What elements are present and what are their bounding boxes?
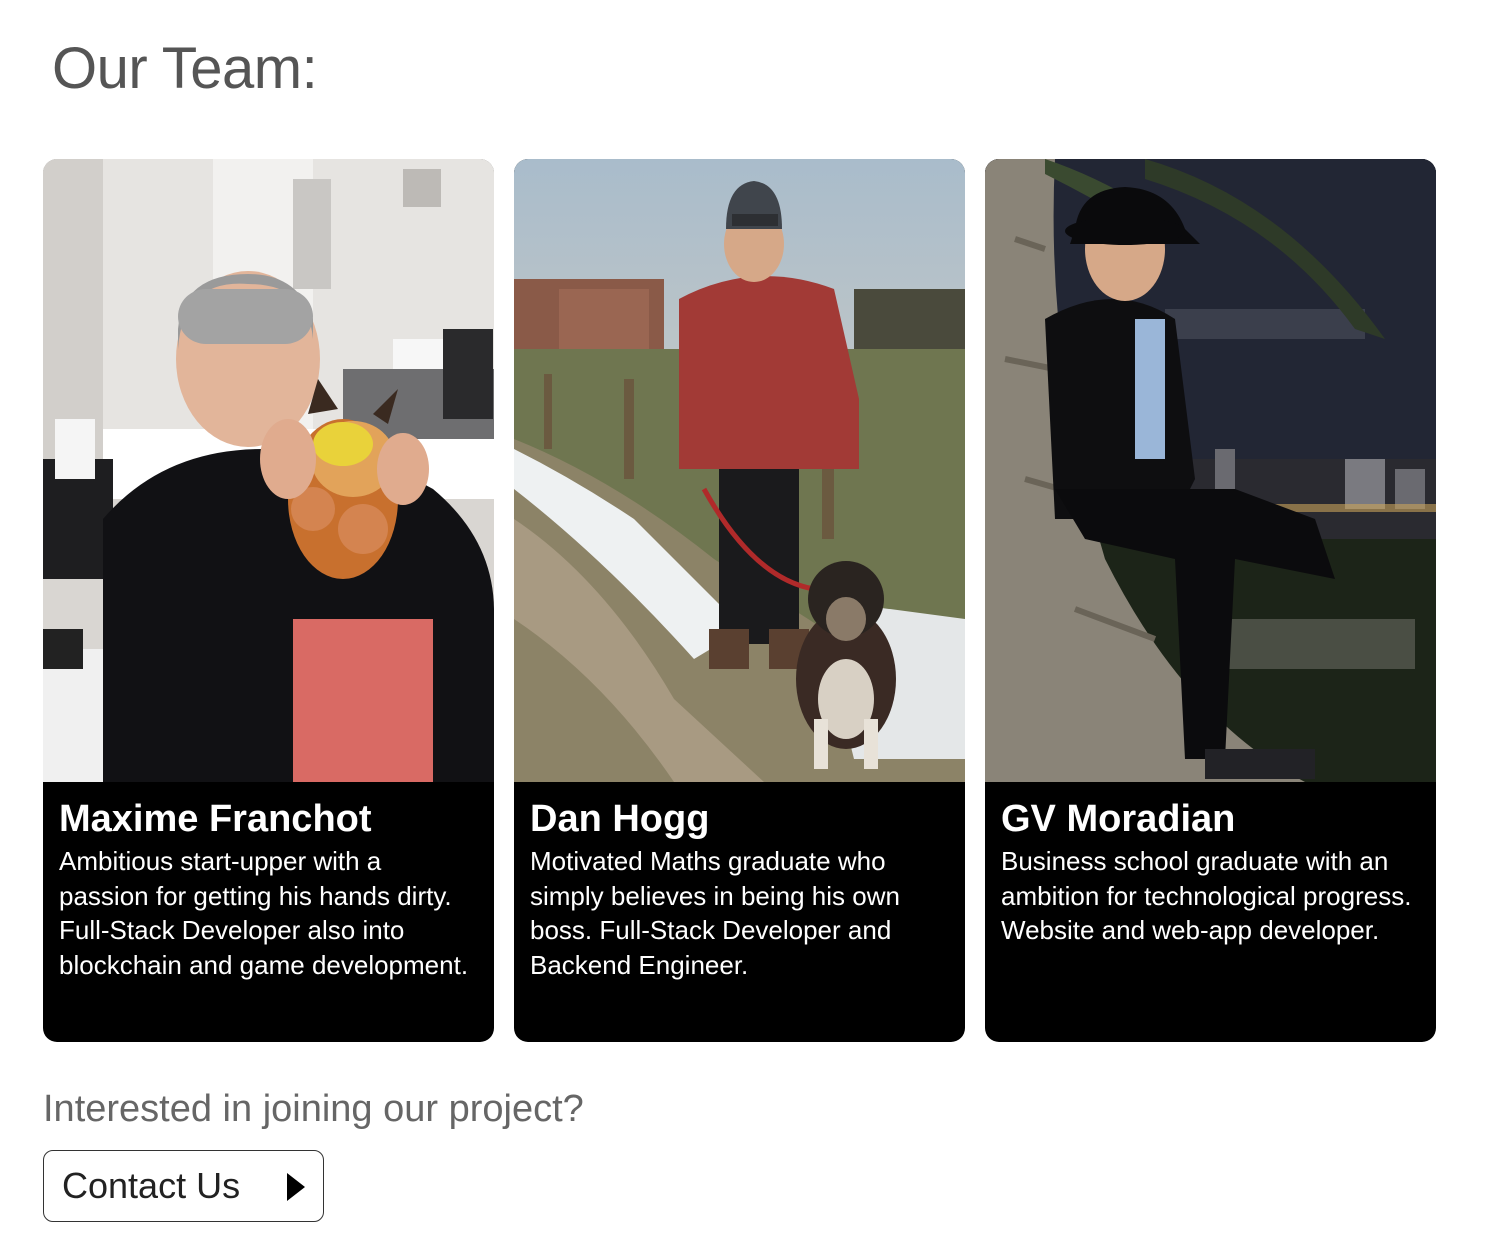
- member-name: GV Moradian: [1001, 798, 1236, 840]
- play-arrow-icon: [287, 1173, 305, 1201]
- join-prompt: Interested in joining our project?: [43, 1088, 584, 1130]
- card-body: Maxime Franchot Ambitious start-upper wi…: [43, 782, 494, 982]
- team-cards: Maxime Franchot Ambitious start-upper wi…: [43, 159, 1436, 1042]
- contact-us-button[interactable]: Contact Us: [43, 1150, 324, 1222]
- person-with-plush-toy-photo: [43, 159, 494, 782]
- member-description: Motivated Maths graduate who simply beli…: [530, 846, 900, 980]
- team-card: Dan Hogg Motivated Maths graduate who si…: [514, 159, 965, 1042]
- page-title: Our Team:: [52, 36, 318, 101]
- team-page: Our Team: Maxime Franchot Ambitious star…: [0, 0, 1496, 1238]
- member-name: Maxime Franchot: [59, 798, 372, 840]
- contact-us-label: Contact Us: [62, 1165, 241, 1206]
- member-description: Business school graduate with an ambitio…: [1001, 846, 1412, 945]
- card-body: Dan Hogg Motivated Maths graduate who si…: [514, 782, 965, 982]
- card-body: GV Moradian Business school graduate wit…: [985, 782, 1436, 948]
- team-card: Maxime Franchot Ambitious start-upper wi…: [43, 159, 494, 1042]
- member-name: Dan Hogg: [530, 798, 710, 840]
- member-description: Ambitious start-upper with a passion for…: [59, 846, 469, 980]
- team-card: GV Moradian Business school graduate wit…: [985, 159, 1436, 1042]
- person-with-dog-photo: [514, 159, 965, 782]
- person-on-palm-tree-photo: [985, 159, 1436, 782]
